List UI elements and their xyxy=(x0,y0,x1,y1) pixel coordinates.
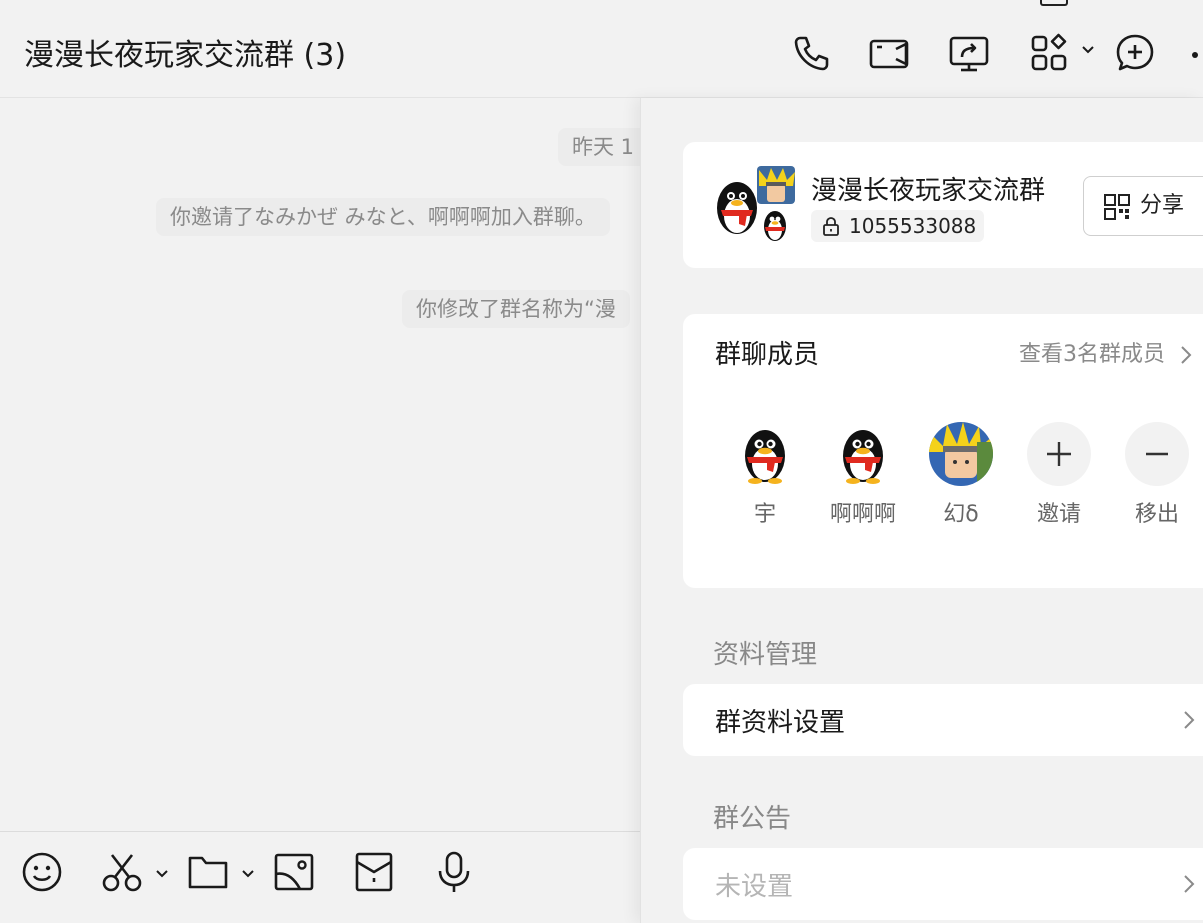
group-info-card: 漫漫长夜玩家交流群 1055533088 分享 xyxy=(683,142,1203,268)
chevron-right-icon xyxy=(1184,711,1195,729)
penguin-avatar xyxy=(843,430,883,484)
member-item[interactable]: 宇 xyxy=(717,422,813,532)
chevron-down-icon[interactable] xyxy=(240,866,256,882)
apps-button[interactable] xyxy=(1026,30,1072,76)
view-all-members-link[interactable]: 查看3名群成员 xyxy=(1019,336,1194,368)
more-icon[interactable] xyxy=(1192,52,1198,58)
apps-icon xyxy=(1031,33,1067,71)
lock-icon xyxy=(823,217,839,236)
penguin-avatar xyxy=(745,430,785,484)
microphone-icon xyxy=(438,851,470,892)
emoji-button[interactable] xyxy=(20,850,64,894)
group-notice-row[interactable]: 未设置 xyxy=(683,848,1203,920)
chevron-down-icon[interactable] xyxy=(1080,42,1096,58)
group-avatar xyxy=(717,166,795,241)
chevron-right-icon xyxy=(1181,346,1192,364)
chat-header: 漫漫长夜玩家交流群 (3) xyxy=(0,0,1203,98)
red-packet-icon xyxy=(355,852,393,892)
notice-section-label: 群公告 xyxy=(713,804,792,834)
timestamp-message: 昨天 1 xyxy=(558,128,640,166)
share-button[interactable]: 分享 xyxy=(1083,176,1203,236)
group-info-panel: 漫漫长夜玩家交流群 1055533088 分享 群聊成员 查看3名群成员 宇 啊… xyxy=(640,98,1203,923)
screen-share-icon xyxy=(949,36,989,72)
invite-label: 邀请 xyxy=(1036,502,1081,527)
video-call-button[interactable] xyxy=(866,30,912,76)
group-id-badge: 1055533088 xyxy=(811,210,985,242)
share-label: 分享 xyxy=(1140,193,1185,218)
input-toolbar xyxy=(0,831,640,923)
image-button[interactable] xyxy=(272,850,316,894)
group-id-text: 1055533088 xyxy=(849,214,977,238)
folder-icon xyxy=(188,856,228,889)
system-message: 你修改了群名称为“漫 xyxy=(402,290,630,328)
screenshot-button[interactable] xyxy=(100,850,144,894)
member-name: 幻δ xyxy=(943,502,979,527)
invite-member-button[interactable]: 邀请 xyxy=(1011,422,1107,532)
members-title: 群聊成员 xyxy=(715,340,820,370)
members-card: 群聊成员 查看3名群成员 宇 啊啊啊 幻δ 邀请 移出 xyxy=(683,314,1203,588)
phone-icon xyxy=(794,36,829,71)
minus-icon xyxy=(1146,452,1168,456)
member-item[interactable]: 幻δ xyxy=(913,422,1009,532)
group-settings-label: 群资料设置 xyxy=(715,708,846,738)
plus-icon xyxy=(1047,442,1071,466)
group-settings-row[interactable]: 群资料设置 xyxy=(683,684,1203,756)
add-chat-button[interactable] xyxy=(1112,30,1158,76)
management-section-label: 资料管理 xyxy=(713,640,818,670)
view-all-members-label: 查看3名群成员 xyxy=(1019,342,1165,367)
screen-share-button[interactable] xyxy=(946,30,992,76)
group-name: 漫漫长夜玩家交流群 xyxy=(811,176,1046,206)
file-button[interactable] xyxy=(186,850,230,894)
system-message: 你邀请了なみかぜ みなと、啊啊啊加入群聊。 xyxy=(156,198,610,236)
group-notice-value: 未设置 xyxy=(715,872,794,902)
qr-code-icon xyxy=(1104,194,1130,220)
remove-circle xyxy=(1125,422,1189,486)
chevron-right-icon xyxy=(1184,875,1195,893)
chevron-down-icon[interactable] xyxy=(154,866,170,882)
video-icon xyxy=(869,39,909,69)
phone-call-button[interactable] xyxy=(788,30,834,76)
emoji-icon xyxy=(22,852,62,892)
remove-member-button[interactable]: 移出 xyxy=(1109,422,1203,532)
add-chat-icon xyxy=(1116,34,1154,71)
chat-title: 漫漫长夜玩家交流群 (3) xyxy=(24,38,347,73)
member-name: 啊啊啊 xyxy=(829,502,896,527)
voice-button[interactable] xyxy=(432,850,476,894)
window-edge-icon xyxy=(1040,0,1068,6)
image-icon xyxy=(274,853,314,891)
red-packet-button[interactable] xyxy=(352,850,396,894)
member-name: 宇 xyxy=(753,502,776,527)
member-item[interactable]: 啊啊啊 xyxy=(815,422,911,532)
anime-avatar xyxy=(929,422,993,486)
message-area: 昨天 1 你邀请了なみかぜ みなと、啊啊啊加入群聊。 你修改了群名称为“漫 xyxy=(0,98,640,831)
scissors-icon xyxy=(102,854,142,892)
remove-label: 移出 xyxy=(1134,502,1179,527)
invite-circle xyxy=(1027,422,1091,486)
